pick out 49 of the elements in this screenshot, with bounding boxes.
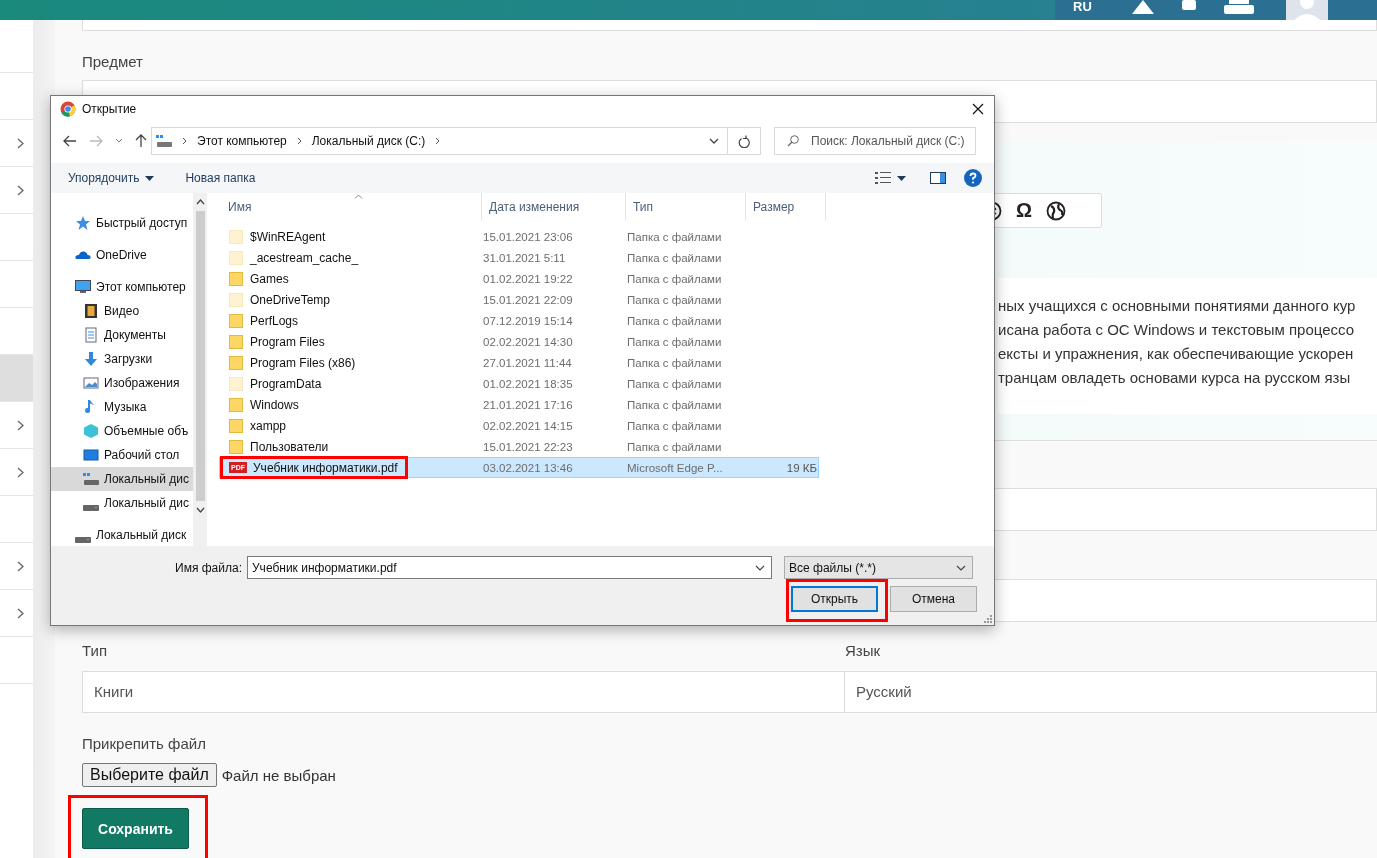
- field-label: Предмет: [82, 53, 144, 71]
- file-type: Папка с файлами: [627, 377, 723, 390]
- file-name: Program Files (x86): [250, 355, 356, 370]
- file-date: 01.02.2021 19:22: [483, 272, 574, 285]
- editor-text-line: транцам овладеть основами курса на русском язы: [998, 368, 1352, 388]
- file-type: Папка с файлами: [627, 398, 723, 411]
- dialog-title: Открытие: [82, 102, 137, 116]
- file-date: 03.02.2021 13:46: [483, 461, 574, 474]
- file-date: 02.02.2021 14:30: [483, 335, 574, 348]
- file-name: Games: [250, 271, 289, 286]
- file-date: 27.01.2021 11:44: [483, 356, 573, 369]
- file-name-label: Имя файла:: [174, 560, 243, 575]
- field-label: Прикрепить файл: [82, 735, 207, 753]
- file-date: 15.01.2021 22:23: [483, 440, 574, 453]
- file-type: Папка с файлами: [627, 230, 723, 243]
- file-name: Учебник информатики.pdf: [253, 460, 398, 475]
- file-date: 21.01.2021 17:16: [483, 398, 574, 411]
- search-placeholder: Поиск: Локальный диск (C:): [811, 134, 965, 148]
- editor-text-line: ных учащихся с основными понятиями данного кур: [998, 296, 1357, 316]
- file-name: xampp: [250, 418, 287, 433]
- file-name: _acestream_cache_: [250, 250, 359, 265]
- file-type: Microsoft Edge P...: [627, 461, 724, 474]
- field-label: Тип: [82, 642, 108, 660]
- field-label: Язык: [845, 642, 882, 660]
- file-type: Папка с файлами: [627, 314, 723, 327]
- editor-text-line: исана работа с ОС Windows и текстовым процессо: [998, 320, 1356, 340]
- file-status-text: Файл не выбран: [221, 766, 336, 784]
- file-date: 31.01.2021 5:11: [483, 251, 567, 264]
- file-date: 01.02.2021 18:35: [483, 377, 574, 390]
- file-type: Папка с файлами: [627, 335, 723, 348]
- file-type: Папка с файлами: [627, 440, 723, 453]
- file-type: Папка с файлами: [627, 419, 723, 432]
- file-size: 19 КБ: [785, 461, 817, 474]
- file-name: OneDriveTemp: [250, 292, 331, 307]
- file-name: Windows: [250, 397, 299, 412]
- file-name: ProgramData: [250, 376, 322, 391]
- file-name: Пользователи: [250, 439, 329, 454]
- file-name: $WinREAgent: [250, 229, 326, 244]
- file-type: Папка с файлами: [627, 251, 723, 264]
- file-date: 15.01.2021 23:06: [483, 230, 574, 243]
- file-type: Папка с файлами: [627, 356, 723, 369]
- file-name: Program Files: [250, 334, 325, 349]
- file-type: Папка с файлами: [627, 272, 723, 285]
- file-type: Папка с файлами: [627, 293, 723, 306]
- file-date: 02.02.2021 14:15: [483, 419, 574, 432]
- file-date: 15.01.2021 22:09: [483, 293, 574, 306]
- file-name: PerfLogs: [250, 313, 299, 328]
- editor-text-line: ексты и упражнения, как обеспечивающие ускорен: [998, 344, 1355, 364]
- file-date: 07.12.2019 15:14: [483, 314, 574, 327]
